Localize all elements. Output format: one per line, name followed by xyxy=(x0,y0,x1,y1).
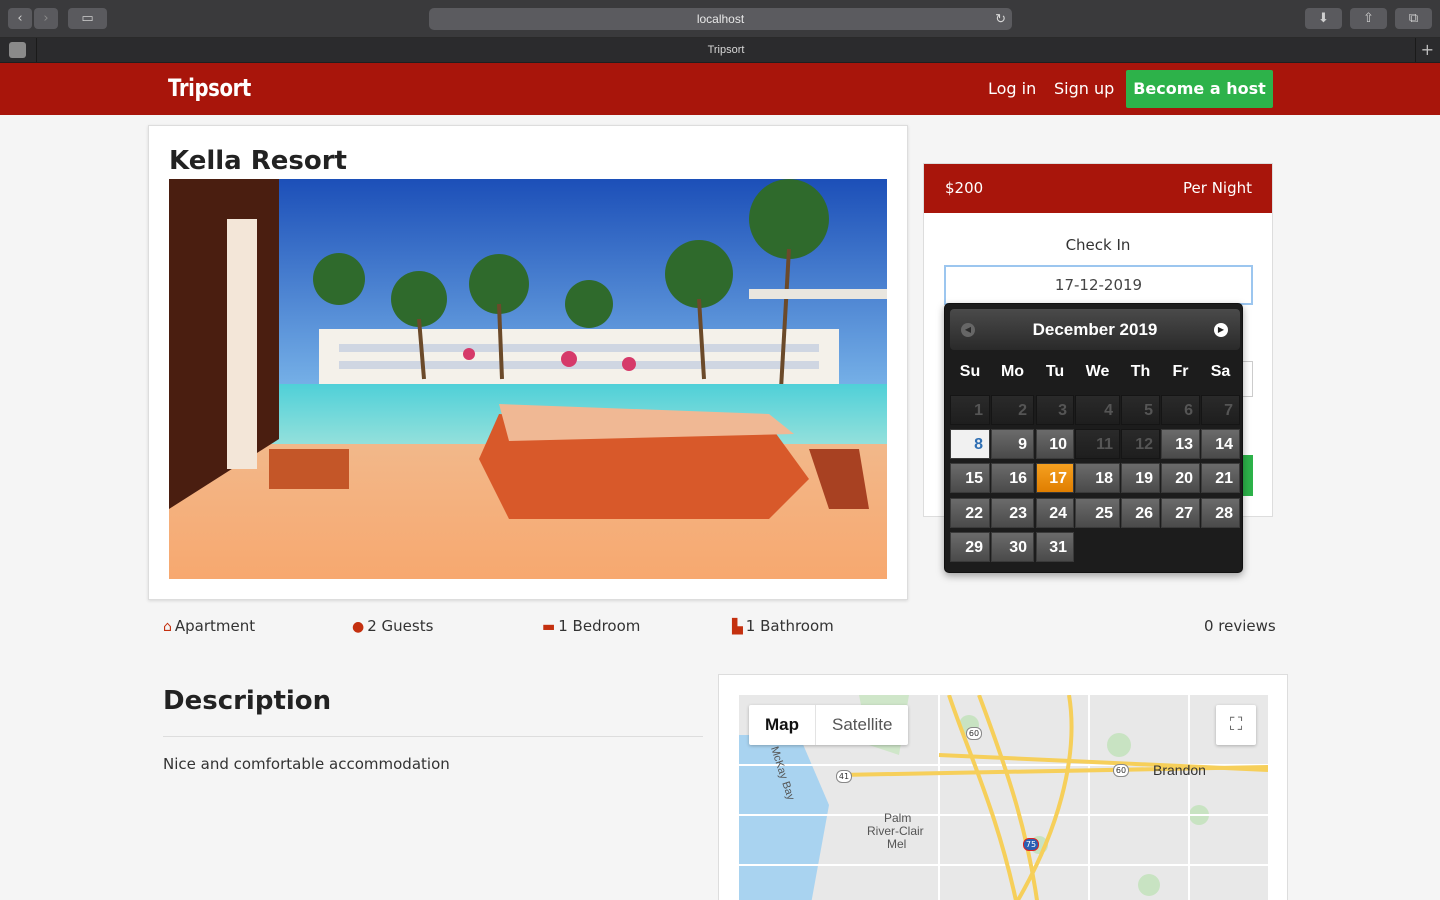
description-heading: Description xyxy=(163,686,332,716)
tab-favicon-icon xyxy=(9,42,26,58)
feature-bathrooms-label: 1 Bathroom xyxy=(745,617,834,635)
weekday-header: Tu xyxy=(1045,363,1065,380)
feature-guests: ● 2 Guests xyxy=(352,617,433,635)
feature-guests-label: 2 Guests xyxy=(367,617,434,635)
calendar-day: 6 xyxy=(1161,395,1200,425)
login-link[interactable]: Log in xyxy=(988,79,1036,98)
calendar-day[interactable]: 17 xyxy=(1036,463,1074,493)
weekday-header: We xyxy=(1085,363,1110,380)
calendar-day[interactable]: 30 xyxy=(991,532,1034,562)
datepicker: ◀ December 2019 ▶ Su Mo Tu We Th Fr Sa 1 2 3 4 5 6 7 8… xyxy=(944,303,1243,573)
reviews-count[interactable]: 0 reviews xyxy=(1204,617,1276,635)
map-tab-map[interactable]: Map xyxy=(749,705,816,745)
weekday-header: Sa xyxy=(1210,363,1231,380)
share-button[interactable]: ⇧ xyxy=(1350,8,1387,29)
calendar-day: 1 xyxy=(950,395,990,425)
calendar-day: 2 xyxy=(991,395,1034,425)
listing-photo xyxy=(169,179,887,579)
route-41-shield: 41 xyxy=(836,770,852,783)
calendar-day[interactable]: 25 xyxy=(1075,498,1120,528)
tab-tripsort[interactable]: Tripsort xyxy=(36,38,1416,62)
map-tab-satellite[interactable]: Satellite xyxy=(816,705,908,745)
map-card: 60 41 60 75 Brandon Palm River-Clair Mel… xyxy=(718,674,1288,900)
checkin-input[interactable]: 17-12-2019 xyxy=(944,265,1253,305)
map-type-control: Map Satellite xyxy=(749,705,909,745)
calendar-day: 11 xyxy=(1075,429,1120,459)
calendar-day[interactable]: 8 xyxy=(950,429,990,459)
calendar-day[interactable]: 14 xyxy=(1201,429,1240,459)
address-bar[interactable]: localhost ↻ xyxy=(429,8,1012,30)
bath-icon: ▙ xyxy=(732,619,743,635)
calendar-day[interactable]: 21 xyxy=(1201,463,1240,493)
feature-bedrooms-label: 1 Bedroom xyxy=(558,617,641,635)
signup-link[interactable]: Sign up xyxy=(1054,79,1114,98)
calendar-day: 5 xyxy=(1121,395,1160,425)
brand-logo[interactable]: Tripsort xyxy=(168,74,251,102)
calendar-day[interactable]: 15 xyxy=(950,463,990,493)
new-tab-icon[interactable]: + xyxy=(1421,40,1434,59)
user-icon: ● xyxy=(352,619,365,635)
calendar-day[interactable]: 18 xyxy=(1075,463,1120,493)
datepicker-header: ◀ December 2019 ▶ xyxy=(950,309,1240,350)
become-host-button[interactable]: Become a host xyxy=(1126,70,1273,108)
weekday-header: Su xyxy=(959,363,981,380)
calendar-day[interactable]: 22 xyxy=(950,498,990,528)
calendar-day[interactable]: 20 xyxy=(1161,463,1200,493)
weekday-header: Mo xyxy=(1000,363,1025,380)
map-label-brandon: Brandon xyxy=(1153,762,1206,778)
listing-card: Kella Resort xyxy=(148,125,908,600)
weekday-header: Th xyxy=(1130,363,1151,380)
feature-type: ⌂ Apartment xyxy=(163,617,255,635)
browser-toolbar: ‹ › ▭ localhost ↻ ⬇ ⇧ ⧉ xyxy=(0,0,1440,38)
route-60-shield: 60 xyxy=(966,727,982,740)
fullscreen-icon[interactable]: ⛶ xyxy=(1216,705,1256,745)
map-view[interactable]: 60 41 60 75 Brandon Palm River-Clair Mel… xyxy=(739,695,1268,900)
price-bar: $200 Per Night xyxy=(924,164,1272,213)
checkin-label: Check In xyxy=(1065,236,1131,254)
map-label-mel: Mel xyxy=(887,837,907,851)
bed-icon: ▬ xyxy=(542,619,556,635)
calendar-day[interactable]: 29 xyxy=(950,532,990,562)
calendar-day[interactable]: 26 xyxy=(1121,498,1160,528)
downloads-button[interactable]: ⬇ xyxy=(1305,8,1342,29)
feature-bedrooms: ▬ 1 Bedroom xyxy=(542,617,640,635)
feature-type-label: Apartment xyxy=(174,617,256,635)
datepicker-title: December 2019 xyxy=(1032,320,1158,339)
price-amount: $200 xyxy=(945,179,984,197)
calendar-day: 12 xyxy=(1121,429,1160,459)
calendar-day[interactable]: 19 xyxy=(1121,463,1160,493)
divider xyxy=(163,736,703,737)
description-text: Nice and comfortable accommodation xyxy=(163,755,450,773)
calendar-day[interactable]: 28 xyxy=(1201,498,1240,528)
tabs-overview-button[interactable]: ⧉ xyxy=(1395,8,1432,29)
home-icon: ⌂ xyxy=(163,619,172,635)
price-unit: Per Night xyxy=(1183,179,1252,197)
calendar-day[interactable]: 13 xyxy=(1161,429,1200,459)
next-month-icon[interactable]: ▶ xyxy=(1214,323,1228,337)
calendar-day[interactable]: 16 xyxy=(991,463,1034,493)
calendar-day[interactable]: 23 xyxy=(991,498,1034,528)
calendar-day: 3 xyxy=(1036,395,1074,425)
calendar-day[interactable]: 10 xyxy=(1036,429,1074,459)
sidebar-toggle-button[interactable]: ▭ xyxy=(68,8,107,29)
calendar-day[interactable]: 27 xyxy=(1161,498,1200,528)
tab-bar: Tripsort + xyxy=(0,38,1440,63)
site-navbar: Tripsort Log in Sign up Become a host xyxy=(0,63,1440,115)
back-button[interactable]: ‹ xyxy=(8,8,32,29)
forward-button[interactable]: › xyxy=(34,8,58,29)
calendar-day[interactable]: 9 xyxy=(991,429,1034,459)
calendar-day: 4 xyxy=(1075,395,1120,425)
calendar-day[interactable]: 24 xyxy=(1036,498,1074,528)
weekday-header: Fr xyxy=(1172,363,1189,380)
feature-bathrooms: ▙ 1 Bathroom xyxy=(732,617,834,635)
listing-title: Kella Resort xyxy=(169,146,347,176)
reload-icon[interactable]: ↻ xyxy=(995,8,1006,30)
calendar-day: 7 xyxy=(1201,395,1240,425)
route-60-shield-east: 60 xyxy=(1113,764,1129,777)
address-text: localhost xyxy=(696,12,745,26)
calendar-day[interactable]: 31 xyxy=(1036,532,1074,562)
interstate-75-shield: 75 xyxy=(1023,838,1039,851)
